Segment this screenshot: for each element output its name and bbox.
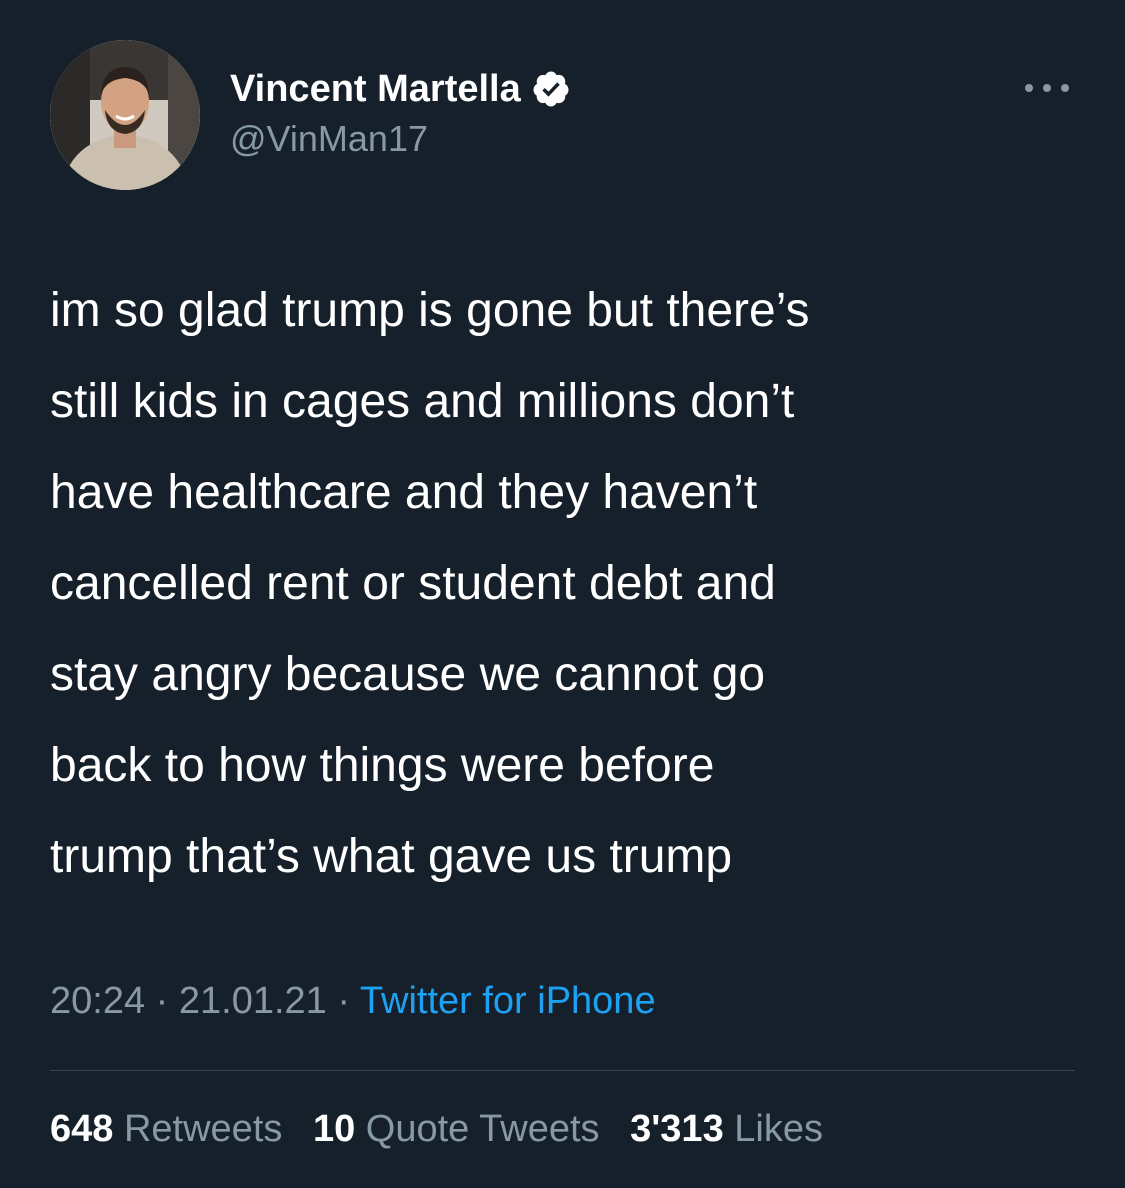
divider: [50, 1070, 1075, 1071]
tweet-detail: Vincent Martella @VinMan17 im so glad tr…: [0, 0, 1125, 1188]
name-row: Vincent Martella: [230, 66, 571, 112]
quote-tweets-count: 10: [312, 1108, 356, 1150]
more-dot: [1061, 84, 1069, 92]
likes-label: Likes: [734, 1108, 823, 1150]
handle[interactable]: @VinMan17: [230, 118, 571, 160]
author-block[interactable]: Vincent Martella @VinMan17: [230, 66, 571, 160]
profile-photo: [50, 40, 200, 190]
quote-tweets-stat[interactable]: 10 Quote Tweets: [313, 1108, 600, 1150]
meta-separator: ·: [145, 980, 179, 1022]
tweet-meta: 20:24 · 21.01.21 · Twitter for iPhone: [50, 980, 656, 1023]
engagement-stats: 648 Retweets 10 Quote Tweets 3'313 Likes: [50, 1108, 843, 1151]
tweet-text: im so glad trump is gone but there’s sti…: [50, 284, 810, 883]
likes-stat[interactable]: 3'313 Likes: [630, 1108, 823, 1150]
avatar[interactable]: [50, 40, 200, 190]
likes-count: 3'313: [630, 1108, 724, 1150]
retweets-count: 648: [50, 1108, 114, 1150]
tweet-time[interactable]: 20:24: [50, 980, 145, 1022]
meta-separator: ·: [326, 980, 360, 1022]
display-name[interactable]: Vincent Martella: [230, 68, 521, 111]
tweet-source-link[interactable]: Twitter for iPhone: [360, 980, 656, 1022]
verified-badge-icon: [533, 71, 569, 107]
more-dot: [1043, 84, 1051, 92]
more-options-icon[interactable]: [1025, 80, 1069, 96]
quote-tweets-label: Quote Tweets: [365, 1108, 600, 1150]
tweet-date[interactable]: 21.01.21: [179, 980, 327, 1022]
retweets-stat[interactable]: 648 Retweets: [50, 1108, 282, 1150]
retweets-label: Retweets: [123, 1108, 283, 1150]
more-dot: [1025, 84, 1033, 92]
